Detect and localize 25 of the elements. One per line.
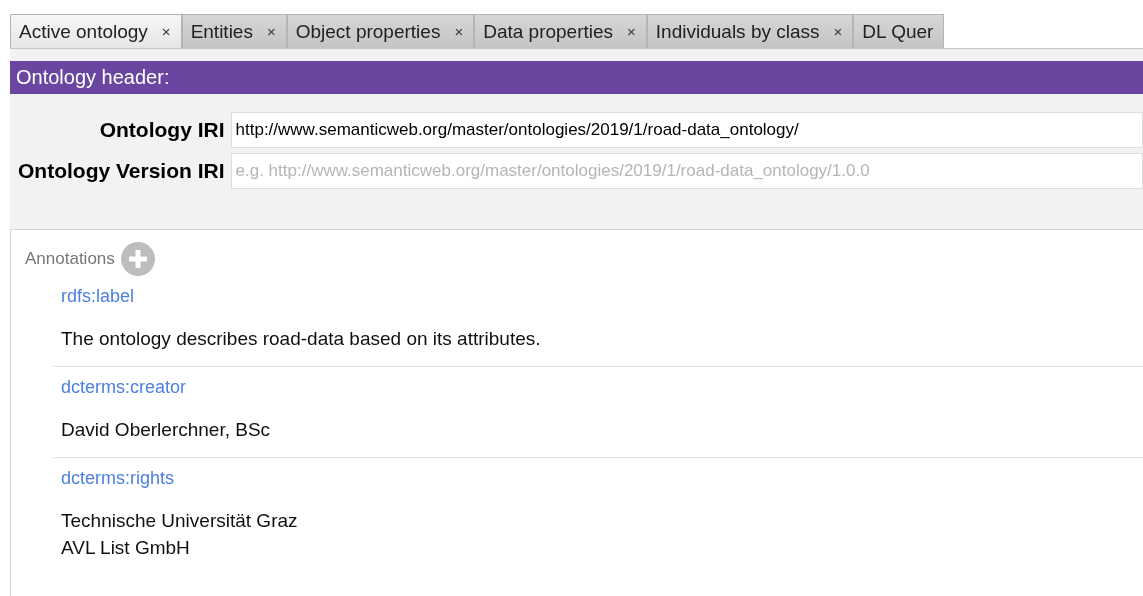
add-icon[interactable] — [120, 242, 155, 276]
tab[interactable]: Data properties × — [474, 14, 647, 48]
annotations-title: Annotations — [25, 249, 115, 269]
annotation-property-link[interactable]: dcterms:creator — [61, 377, 187, 398]
iri-field[interactable]: http://www.semanticweb.org/master/ontologies/2019/1/road-data_ontology/ — [230, 112, 1143, 148]
tab[interactable]: Individuals by class × — [646, 14, 854, 48]
field-label: Ontology Version IRI — [18, 159, 225, 183]
tab[interactable]: Object properties × — [286, 14, 475, 48]
annotation-property-link[interactable]: dcterms:rights — [61, 468, 175, 489]
annotation-value: AVL List GmbH — [61, 536, 191, 560]
close-icon[interactable]: × — [454, 23, 464, 40]
annotation-value: David Oberlerchner, BSc — [61, 418, 272, 442]
tab[interactable]: Entities × — [181, 14, 287, 48]
close-icon[interactable]: × — [627, 23, 636, 40]
section-header: Ontology header: — [10, 61, 1143, 94]
tab[interactable]: Active ontology × — [10, 14, 182, 48]
close-icon[interactable]: × — [161, 23, 171, 40]
annotation-property-link[interactable]: rdfs:label — [61, 286, 135, 307]
annotation-value: Technische Universität Graz — [61, 509, 299, 533]
tab[interactable]: DL Quer — [853, 14, 945, 48]
field-label: Ontology IRI — [98, 118, 225, 142]
close-icon[interactable]: × — [833, 23, 843, 40]
annotation-value: The ontology describes road-data based on its attributes. — [61, 327, 542, 351]
close-icon[interactable]: × — [266, 23, 276, 40]
iri-field[interactable]: e.g. http://www.semanticweb.org/master/ontologies/2019/1/road-data_ontology/1.0.0 — [230, 153, 1143, 189]
